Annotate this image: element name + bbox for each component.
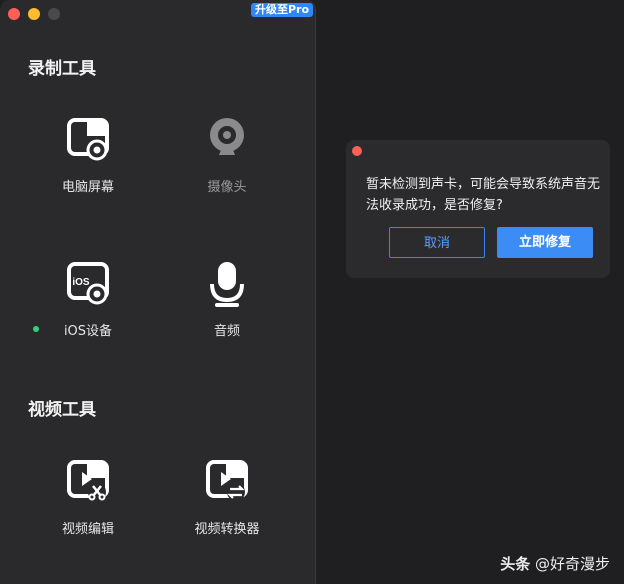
tool-label: 音频 — [213, 324, 240, 339]
watermark: 头条 @好奇漫步 — [500, 553, 610, 574]
recorder-window: 升级至Pro 录制工具 电脑屏幕 摄像头 iOS iOS设备 音频 视频工具 视… — [0, 0, 316, 584]
cancel-button[interactable]: 取消 — [389, 227, 485, 258]
zoom-window-button[interactable] — [48, 8, 60, 20]
upgrade-pro-button[interactable]: 升级至Pro — [250, 3, 313, 17]
webcam-icon — [199, 112, 255, 168]
window-controls — [8, 8, 60, 20]
tool-label: 电脑屏幕 — [61, 180, 114, 195]
fix-now-button[interactable]: 立即修复 — [497, 227, 593, 258]
minimize-window-button[interactable] — [28, 8, 40, 20]
ios-icon-text: iOS — [72, 277, 90, 288]
watermark-handle: @好奇漫步 — [534, 555, 610, 573]
tool-label: 视频编辑 — [61, 522, 114, 537]
tool-label: 视频转换器 — [194, 522, 260, 537]
screen-record-icon — [60, 112, 116, 168]
tool-screen-record[interactable]: 电脑屏幕 — [28, 112, 148, 195]
tool-label: 摄像头 — [207, 180, 247, 195]
video-edit-icon — [60, 454, 116, 510]
tool-video-converter[interactable]: 视频转换器 — [167, 454, 287, 537]
section-title-record-tools: 录制工具 — [28, 59, 96, 79]
section-title-video-tools: 视频工具 — [28, 400, 96, 420]
watermark-brand: 头条 — [500, 555, 531, 573]
tool-label: iOS设备 — [63, 324, 113, 339]
dialog-message: 暂未检测到声卡，可能会导致系统声音无法收录成功，是否修复? — [366, 177, 601, 213]
tool-audio[interactable]: 音频 — [167, 256, 287, 339]
sound-card-dialog: 暂未检测到声卡，可能会导致系统声音无法收录成功，是否修复? 取消 立即修复 — [346, 140, 610, 278]
video-convert-icon — [199, 454, 255, 510]
microphone-icon — [199, 256, 255, 312]
close-window-button[interactable] — [8, 8, 20, 20]
dialog-close-button[interactable] — [352, 146, 362, 156]
ios-device-icon: iOS — [60, 256, 116, 312]
tool-webcam[interactable]: 摄像头 — [167, 112, 287, 195]
tool-video-editor[interactable]: 视频编辑 — [28, 454, 148, 537]
tool-ios-device[interactable]: iOS iOS设备 — [28, 256, 148, 339]
